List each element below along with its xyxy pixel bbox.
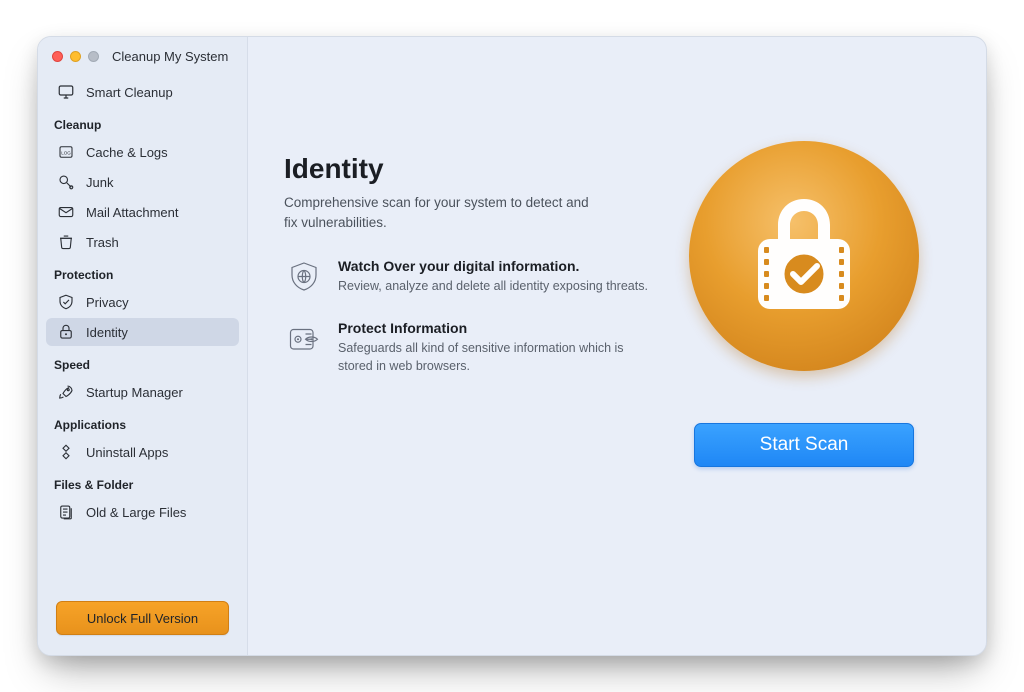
files-icon	[56, 503, 76, 521]
feature-protect-info: Protect Information Safeguards all kind …	[284, 320, 654, 375]
lock-check-icon	[744, 191, 864, 321]
sidebar-item-label: Trash	[86, 235, 119, 250]
sidebar-item-label: Cache & Logs	[86, 145, 168, 160]
content: Identity Comprehensive scan for your sys…	[248, 37, 986, 655]
sidebar-item-label: Privacy	[86, 295, 129, 310]
log-icon: LOG	[56, 143, 76, 161]
app-window: Cleanup My System Smart Cleanup Cleanup …	[37, 36, 987, 656]
section-cleanup-label: Cleanup	[38, 108, 247, 136]
feature-desc: Safeguards all kind of sensitive informa…	[338, 339, 654, 375]
minimize-icon[interactable]	[70, 51, 81, 62]
svg-text:LOG: LOG	[61, 150, 71, 155]
feature-title: Watch Over your digital information.	[338, 258, 648, 274]
feature-watch-over: Watch Over your digital information. Rev…	[284, 258, 654, 298]
sidebar-item-label: Startup Manager	[86, 385, 183, 400]
page-description: Comprehensive scan for your system to de…	[284, 193, 604, 232]
main: Identity Comprehensive scan for your sys…	[248, 37, 986, 655]
sidebar-item-identity[interactable]: Identity	[46, 318, 239, 346]
sidebar-item-label: Smart Cleanup	[86, 85, 173, 100]
sidebar-item-label: Mail Attachment	[86, 205, 179, 220]
sidebar-item-label: Junk	[86, 175, 113, 190]
feature-title: Protect Information	[338, 320, 654, 336]
mail-icon	[56, 203, 76, 221]
sidebar-item-label: Old & Large Files	[86, 505, 186, 520]
start-scan-button[interactable]: Start Scan	[694, 423, 914, 467]
sidebar-item-label: Uninstall Apps	[86, 445, 168, 460]
monitor-icon	[56, 83, 76, 101]
sidebar-item-label: Identity	[86, 325, 128, 340]
sidebar-footer: Unlock Full Version	[38, 587, 247, 655]
feature-desc: Review, analyze and delete all identity …	[338, 277, 648, 295]
main-right: Start Scan	[654, 61, 954, 655]
sidebar-item-smart-cleanup[interactable]: Smart Cleanup	[46, 78, 239, 106]
page-title: Identity	[284, 153, 654, 185]
sidebar: Cleanup My System Smart Cleanup Cleanup …	[38, 37, 248, 655]
section-applications-label: Applications	[38, 408, 247, 436]
main-left: Identity Comprehensive scan for your sys…	[284, 61, 654, 655]
app-title: Cleanup My System	[112, 49, 228, 64]
zoom-icon[interactable]	[88, 51, 99, 62]
window-controls	[52, 51, 99, 62]
sidebar-item-uninstall-apps[interactable]: Uninstall Apps	[46, 438, 239, 466]
section-protection-label: Protection	[38, 258, 247, 286]
unlock-full-version-button[interactable]: Unlock Full Version	[56, 601, 229, 635]
shield-globe-icon	[284, 258, 324, 298]
canvas: Cleanup My System Smart Cleanup Cleanup …	[0, 0, 1024, 692]
close-icon[interactable]	[52, 51, 63, 62]
shield-icon	[56, 293, 76, 311]
sidebar-item-junk[interactable]: Junk	[46, 168, 239, 196]
section-speed-label: Speed	[38, 348, 247, 376]
titlebar: Cleanup My System	[38, 37, 247, 74]
sidebar-item-startup-manager[interactable]: Startup Manager	[46, 378, 239, 406]
trash-icon	[56, 233, 76, 251]
section-files-label: Files & Folder	[38, 468, 247, 496]
safe-eye-icon	[284, 320, 324, 360]
junk-icon	[56, 173, 76, 191]
rocket-icon	[56, 383, 76, 401]
nav: Smart Cleanup Cleanup LOG Cache & Logs J…	[38, 74, 247, 587]
sidebar-item-privacy[interactable]: Privacy	[46, 288, 239, 316]
sidebar-item-mail-attachment[interactable]: Mail Attachment	[46, 198, 239, 226]
lock-icon	[56, 323, 76, 341]
sidebar-item-trash[interactable]: Trash	[46, 228, 239, 256]
hero-graphic	[689, 141, 919, 371]
sidebar-item-cache-logs[interactable]: LOG Cache & Logs	[46, 138, 239, 166]
feature-text: Protect Information Safeguards all kind …	[338, 320, 654, 375]
feature-text: Watch Over your digital information. Rev…	[338, 258, 648, 298]
sidebar-item-old-large-files[interactable]: Old & Large Files	[46, 498, 239, 526]
apps-icon	[56, 443, 76, 461]
